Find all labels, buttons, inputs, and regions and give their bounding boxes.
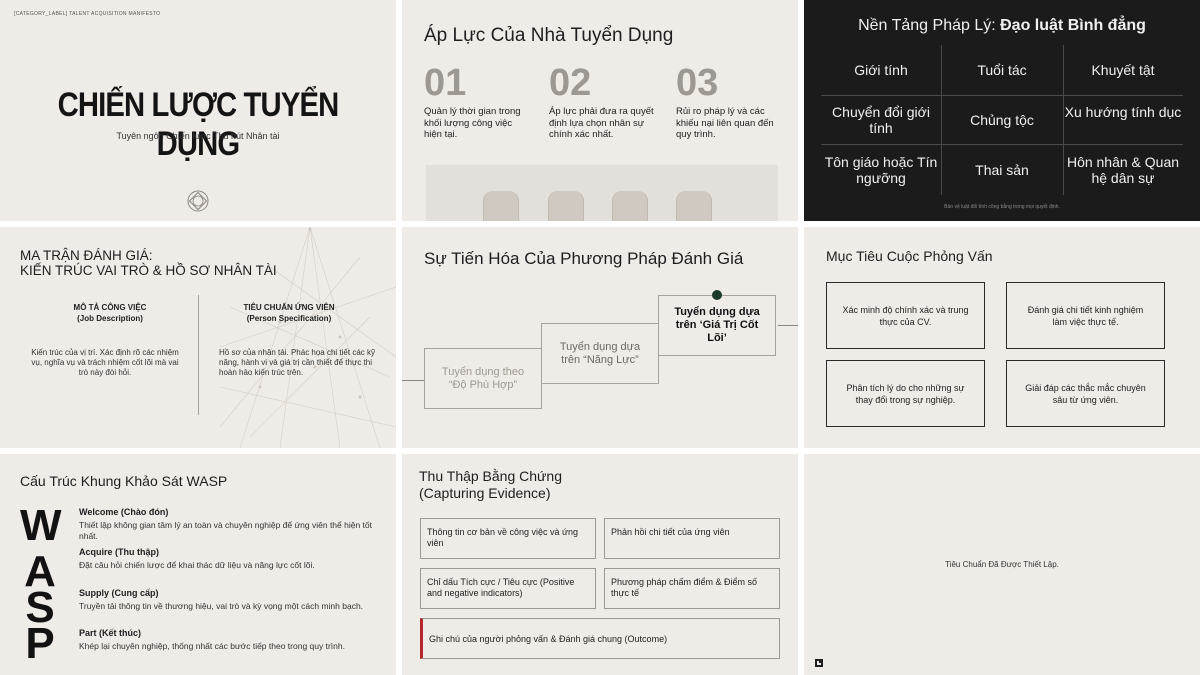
item-text: Rủi ro pháp lý và các khiếu nại liên qua… bbox=[676, 106, 774, 140]
heading-line: KIẾN TRÚC VAI TRÒ & HỒ SƠ NHÂN TÀI bbox=[20, 263, 277, 278]
wasp-item-text: Truyền tải thông tin về thương hiệu, vai… bbox=[79, 601, 364, 611]
wasp-item-heading: Acquire (Thu thập) bbox=[79, 547, 159, 557]
item-number: 01 bbox=[424, 62, 467, 104]
wasp-item-heading: Supply (Cung cấp) bbox=[79, 588, 159, 598]
objective-box: Xác minh độ chính xác và trung thực của … bbox=[826, 282, 985, 349]
category-label: [CATEGORY_LABEL] TALENT ACQUISITION MANI… bbox=[14, 11, 161, 17]
slide-heading: Áp Lực Của Nhà Tuyển Dụng bbox=[424, 25, 674, 46]
column-title: TIÊU CHUẨN ỨNG VIÊN bbox=[243, 303, 335, 312]
protected-characteristic: Chuyển đổi giới tính bbox=[832, 104, 930, 136]
column-heading: MÔ TẢ CÔNG VIỆC (Job Description) bbox=[35, 302, 185, 324]
column-text: Kiến trúc của vị trí. Xác định rõ các nh… bbox=[31, 348, 179, 377]
column-title: MÔ TẢ CÔNG VIỆC bbox=[73, 303, 147, 312]
chair-image bbox=[483, 191, 519, 221]
protected-characteristic: Hôn nhân & Quan hệ dân sự bbox=[1066, 154, 1180, 186]
wasp-item-text: Khép lại chuyên nghiệp, thống nhất các b… bbox=[79, 641, 345, 651]
slide-heading: Mục Tiêu Cuộc Phỏng Vấn bbox=[826, 248, 993, 264]
evidence-box: Phản hồi chi tiết của ứng viên bbox=[604, 518, 780, 559]
evidence-box: Chỉ dấu Tích cực / Tiêu cực (Positive an… bbox=[420, 568, 596, 609]
evolution-step: Tuyển dụng theo “Độ Phù Hợp” bbox=[424, 348, 542, 409]
evidence-box-outcome: Ghi chú của người phỏng vấn & Đánh giá c… bbox=[420, 618, 780, 659]
connector-line bbox=[778, 325, 798, 326]
slide-heading: MA TRẬN ĐÁNH GIÁ: KIẾN TRÚC VAI TRÒ & HỒ… bbox=[20, 248, 277, 278]
slide-heading: Sự Tiến Hóa Của Phương Pháp Đánh Giá bbox=[424, 249, 744, 268]
objective-box: Phân tích lý do cho những sự thay đổi tr… bbox=[826, 360, 985, 427]
slide-title-heading: CHIẾN LƯỢC TUYỂN DỤNG bbox=[57, 86, 340, 163]
slide-wasp-framework[interactable]: Cấu Trúc Khung Khảo Sát WASP W A S P Wel… bbox=[0, 454, 396, 675]
closing-text: Tiêu Chuẩn Đã Được Thiết Lập. bbox=[945, 560, 1059, 569]
slide-grid: [CATEGORY_LABEL] TALENT ACQUISITION MANI… bbox=[0, 0, 1200, 675]
protected-characteristic: Tôn giáo hoặc Tín ngưỡng bbox=[824, 154, 938, 186]
slide-recruiter-pressure[interactable]: Áp Lực Của Nhà Tuyển Dụng 01 02 03 Quản … bbox=[402, 0, 798, 221]
column-subtitle: (Job Description) bbox=[77, 314, 143, 323]
connector-line bbox=[402, 380, 424, 381]
slide-closing[interactable]: Tiêu Chuẩn Đã Được Thiết Lập. bbox=[804, 454, 1200, 675]
wasp-letter: P bbox=[25, 619, 55, 668]
column-divider bbox=[198, 295, 199, 415]
column-text: Hồ sơ của nhân tài. Phác họa chi tiết cá… bbox=[219, 348, 375, 377]
slide-heading: Cấu Trúc Khung Khảo Sát WASP bbox=[20, 473, 228, 489]
protected-characteristic: Giới tính bbox=[854, 62, 908, 78]
protected-characteristic: Xu hướng tính dục bbox=[1064, 104, 1182, 120]
item-text: Áp lực phải đưa ra quyết định lựa chọn n… bbox=[549, 106, 654, 140]
wasp-letter: W bbox=[20, 501, 62, 550]
slide-heading: Nền Tảng Pháp Lý: Đạo luật Bình đẳng bbox=[804, 17, 1200, 35]
wasp-item-text: Đặt câu hỏi chiến lược để khai thác dữ l… bbox=[79, 560, 315, 570]
divider bbox=[821, 95, 1183, 96]
evidence-box: Phương pháp chấm điểm & Điểm số thực tế bbox=[604, 568, 780, 609]
heading-line: (Capturing Evidence) bbox=[419, 485, 551, 501]
chair-image bbox=[548, 191, 584, 221]
chair-image bbox=[612, 191, 648, 221]
heading-line: Thu Thập Bằng Chứng bbox=[419, 468, 562, 484]
protected-characteristic: Tuổi tác bbox=[977, 62, 1027, 78]
slide-capturing-evidence[interactable]: Thu Thập Bằng Chứng (Capturing Evidence)… bbox=[402, 454, 798, 675]
chair-image bbox=[676, 191, 712, 221]
heading-prefix: Nền Tảng Pháp Lý: bbox=[858, 17, 1001, 34]
objective-box: Giải đáp các thắc mắc chuyên sâu từ ứng … bbox=[1006, 360, 1165, 427]
evolution-step: Tuyển dụng dựa trên “Năng Lực” bbox=[541, 323, 659, 384]
wasp-item-text: Thiết lập không gian tâm lý an toàn và c… bbox=[79, 520, 373, 541]
objective-box: Đánh giá chi tiết kinh nghiệm làm việc t… bbox=[1006, 282, 1165, 349]
wasp-item-heading: Welcome (Chào đón) bbox=[79, 507, 169, 517]
slide-subtitle: Tuyên ngôn Chiến lược Thu hút Nhân tài bbox=[116, 131, 280, 141]
wasp-item-heading: Part (Kết thúc) bbox=[79, 628, 142, 638]
item-text: Quản lý thời gian trong khối lượng công … bbox=[424, 106, 521, 140]
chairs-photo bbox=[426, 165, 778, 221]
protected-characteristic: Khuyết tật bbox=[1091, 62, 1155, 78]
slide-legal-foundation[interactable]: Nền Tảng Pháp Lý: Đạo luật Bình đẳng Giớ… bbox=[804, 0, 1200, 221]
protected-characteristic: Thai sản bbox=[975, 162, 1029, 178]
item-number: 02 bbox=[549, 62, 592, 104]
protected-characteristic: Chủng tộc bbox=[970, 112, 1034, 128]
divider bbox=[821, 144, 1183, 145]
evidence-box: Thông tin cơ bản về công việc và ứng viê… bbox=[420, 518, 596, 559]
footnote: Bảo vệ luật đối tính công bằng trong mọi… bbox=[944, 204, 1060, 210]
slide-heading: Thu Thập Bằng Chứng (Capturing Evidence) bbox=[419, 468, 562, 502]
current-stage-dot bbox=[712, 290, 722, 300]
interlocked-circles-icon bbox=[187, 190, 209, 212]
slide-interview-objectives[interactable]: Mục Tiêu Cuộc Phỏng Vấn Xác minh độ chín… bbox=[804, 227, 1200, 448]
evolution-step: Tuyển dụng dựa trên ‘Giá Trị Cốt Lõi’ bbox=[658, 295, 776, 356]
heading-bold: Đạo luật Bình đẳng bbox=[1000, 17, 1146, 34]
item-number: 03 bbox=[676, 62, 719, 104]
column-subtitle: (Person Specification) bbox=[246, 314, 332, 323]
slide-title[interactable]: [CATEGORY_LABEL] TALENT ACQUISITION MANI… bbox=[0, 0, 396, 221]
column-heading: TIÊU CHUẨN ỨNG VIÊN (Person Specificatio… bbox=[214, 302, 364, 324]
slide-assessment-evolution[interactable]: Sự Tiến Hóa Của Phương Pháp Đánh Giá Tuy… bbox=[402, 227, 798, 448]
heading-line: MA TRẬN ĐÁNH GIÁ: bbox=[20, 248, 153, 263]
corner-logo-icon bbox=[815, 659, 823, 667]
slide-assessment-matrix[interactable]: MA TRẬN ĐÁNH GIÁ: KIẾN TRÚC VAI TRÒ & HỒ… bbox=[0, 227, 396, 448]
